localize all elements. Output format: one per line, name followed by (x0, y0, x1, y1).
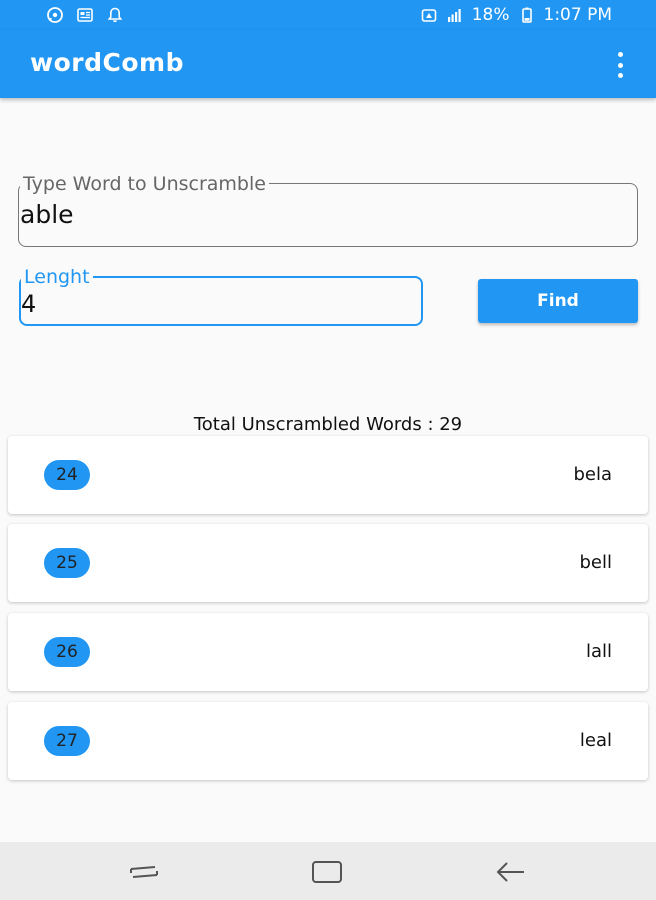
notification-bell-icon (106, 6, 124, 24)
index-badge: 25 (44, 548, 90, 578)
total-unscrambled-words: Total Unscrambled Words : 29 (193, 414, 463, 435)
word-input-label: Type Word to Unscramble (20, 173, 269, 195)
app-title: wordComb (30, 48, 184, 77)
length-input-label: Lenght (21, 266, 93, 288)
app-bar: wordComb (0, 30, 656, 98)
signal-icon (446, 6, 464, 24)
length-input-field[interactable]: Lenght 4 (19, 266, 423, 326)
more-vert-icon[interactable] (614, 52, 626, 78)
index-badge: 27 (44, 726, 90, 756)
back-icon[interactable] (494, 859, 528, 885)
home-icon[interactable] (310, 859, 344, 885)
result-word: bela (573, 464, 612, 485)
find-button[interactable]: Find (478, 279, 638, 323)
length-input-value[interactable]: 4 (19, 290, 37, 318)
word-input-value[interactable]: able (20, 200, 74, 229)
result-word: leal (579, 730, 612, 751)
list-item[interactable]: 25 bell (8, 524, 648, 602)
word-input-field[interactable]: Type Word to Unscramble able (18, 173, 638, 247)
result-word: bell (579, 552, 612, 573)
list-item[interactable]: 24 bela (8, 436, 648, 514)
status-right-info: 18% 1:07 PM (420, 5, 612, 25)
status-left-icons (46, 6, 124, 24)
alarm-icon (420, 6, 438, 24)
battery-icon (518, 6, 536, 24)
whatsapp-icon (46, 6, 64, 24)
result-word: lall (585, 641, 612, 662)
recent-apps-icon[interactable] (127, 859, 161, 885)
news-icon (76, 6, 94, 24)
list-item[interactable]: 26 lall (8, 613, 648, 691)
clock-time: 1:07 PM (543, 5, 613, 25)
status-bar: 18% 1:07 PM (0, 0, 656, 30)
list-item[interactable]: 27 leal (8, 702, 648, 780)
battery-percent: 18% (471, 5, 510, 25)
index-badge: 26 (44, 637, 90, 667)
index-badge: 24 (44, 460, 90, 490)
length-input-text: 4 (21, 290, 37, 318)
navigation-bar (0, 842, 656, 900)
